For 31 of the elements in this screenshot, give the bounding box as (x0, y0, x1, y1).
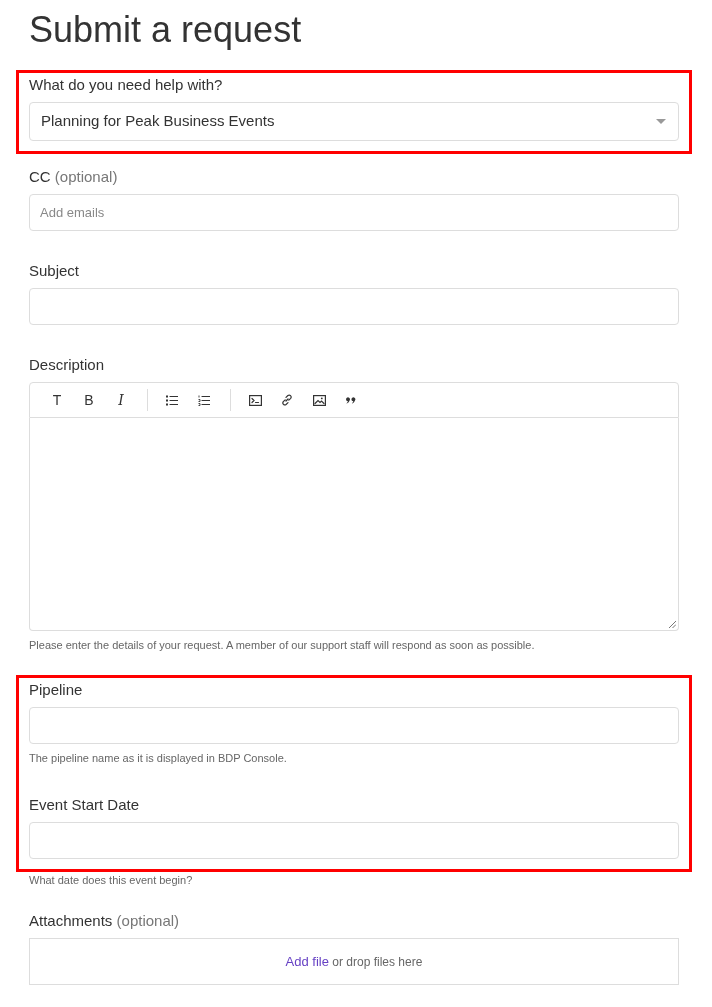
page-title: Submit a request (29, 8, 302, 52)
field-label: Subject (29, 261, 80, 281)
dropdown-select[interactable]: Planning for Peak Business Events (29, 102, 679, 141)
text-field[interactable] (29, 822, 679, 859)
quote-icon (346, 396, 356, 404)
link-icon (281, 394, 293, 406)
field-hint: The pipeline name as it is displayed in BDP Console. (29, 751, 287, 765)
file-dropzone[interactable]: Add file or drop files here (29, 938, 679, 985)
text-field[interactable] (29, 707, 679, 744)
terminal-icon (248, 394, 262, 406)
add-file-link[interactable]: Add file (285, 953, 329, 969)
caret-icon (656, 119, 666, 124)
resize-handle-icon (669, 621, 676, 628)
text-field[interactable]: Add emails (29, 194, 679, 231)
field-label: Event Start Date (29, 795, 140, 815)
dropzone-text: Add file or drop files here (285, 952, 423, 971)
format-button[interactable]: T (41, 387, 73, 413)
format-button[interactable]: B (73, 387, 105, 413)
numbered-list-icon (198, 394, 210, 406)
text-field[interactable] (29, 288, 679, 325)
field-hint: What date does this event begin? (29, 873, 193, 887)
image-icon (312, 394, 326, 406)
bullet-list-icon (166, 394, 178, 406)
field-label: Attachments (optional) (29, 911, 180, 931)
description-field[interactable] (29, 418, 679, 631)
format-button[interactable]: I (105, 387, 137, 413)
field-hint: Please enter the details of your request. A member of our support staff will respond as soon as possible. (29, 638, 535, 652)
field-label: CC (optional) (29, 167, 118, 187)
field-label: What do you need help with? (29, 75, 223, 95)
field-label: Description (29, 355, 105, 375)
field-label: Pipeline (29, 680, 83, 700)
